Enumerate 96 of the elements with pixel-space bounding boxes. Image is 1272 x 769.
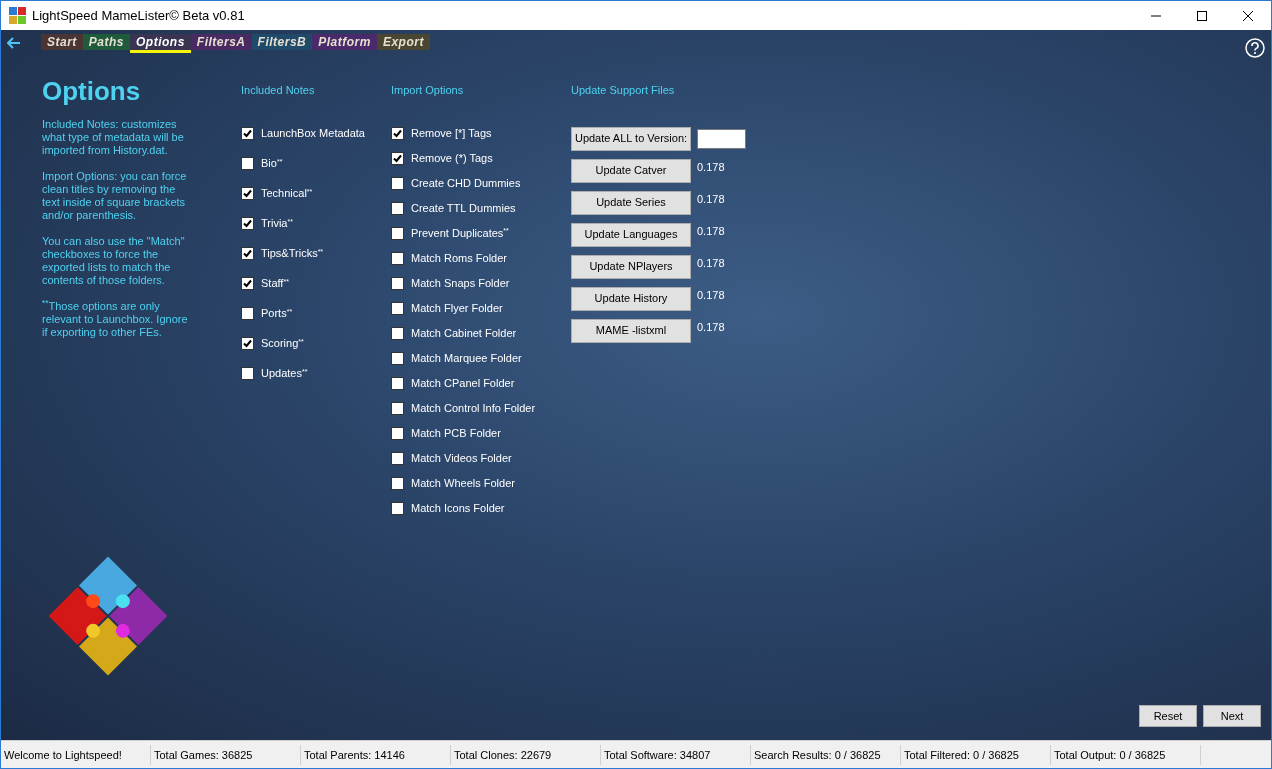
- checkbox-item[interactable]: Trivia$^{**}$: [241, 208, 391, 239]
- checkbox[interactable]: [391, 401, 404, 415]
- checkbox[interactable]: [241, 337, 254, 350]
- tab[interactable]: Options: [130, 33, 191, 53]
- version-label: 0.178: [697, 255, 725, 271]
- checkbox[interactable]: [391, 501, 404, 515]
- checkbox-item[interactable]: Match Videos Folder: [391, 445, 571, 471]
- section-heading: Included Notes: [241, 83, 316, 98]
- checkbox-item[interactable]: Ports$^{**}$: [241, 298, 391, 329]
- tab[interactable]: Paths: [82, 33, 131, 50]
- checkbox-item[interactable]: Match CPanel Folder: [391, 370, 571, 396]
- checkbox[interactable]: [391, 201, 404, 215]
- status-text: Welcome to Lightspeed!: [1, 744, 151, 765]
- help-paragraph: Import Options: you can force clean titles by removing the text inside of square brackets and/or parenthesis.: [42, 170, 188, 222]
- checkbox-item[interactable]: Updates$^{**}$: [241, 358, 391, 389]
- checkbox[interactable]: [391, 251, 404, 265]
- tab[interactable]: Start: [41, 33, 83, 50]
- checkbox[interactable]: [391, 326, 404, 340]
- update-button[interactable]: Update ALL to Version:: [571, 126, 691, 151]
- checkbox-item[interactable]: Remove [*] Tags: [391, 120, 571, 146]
- checkbox[interactable]: [391, 451, 404, 465]
- checkbox-item[interactable]: Match Roms Folder: [391, 245, 571, 271]
- help-paragraph: Included Notes: customizes what type of metadata will be imported from History.dat.: [42, 118, 185, 157]
- checkbox[interactable]: [391, 276, 404, 290]
- maximize-icon: [1197, 10, 1207, 21]
- checkbox-item[interactable]: Bio$^{**}$: [241, 148, 391, 179]
- checkbox-item[interactable]: Match Marquee Folder: [391, 345, 571, 371]
- checkbox[interactable]: [391, 351, 404, 365]
- update-button[interactable]: Update Catver: [571, 158, 691, 183]
- checkbox-item[interactable]: Match Control Info Folder: [391, 395, 571, 421]
- version-field[interactable]: [697, 128, 746, 149]
- checkbox[interactable]: [241, 277, 254, 290]
- checkbox-item[interactable]: Match Flyer Folder: [391, 295, 571, 321]
- checkbox[interactable]: [241, 247, 254, 260]
- checkbox[interactable]: [391, 176, 404, 190]
- checkbox[interactable]: [391, 476, 404, 490]
- tab[interactable]: FiltersA: [190, 33, 252, 50]
- tab[interactable]: Platform: [312, 33, 377, 50]
- help-paragraph: You can also use the "Match" checkboxes to force the exported lists to match the contents of those folders.: [42, 235, 186, 287]
- version-label: 0.178: [697, 159, 725, 175]
- back-arrow-icon[interactable]: [7, 37, 21, 49]
- checkbox[interactable]: [241, 157, 254, 170]
- checkbox[interactable]: [241, 307, 254, 320]
- tab[interactable]: FiltersB: [251, 33, 313, 50]
- checkbox[interactable]: [241, 367, 254, 380]
- checkbox-item[interactable]: LaunchBox Metadata: [241, 118, 391, 149]
- section-heading: Import Options: [391, 83, 465, 98]
- checkbox-item[interactable]: Staff$^{**}$: [241, 268, 391, 299]
- checkbox-item[interactable]: Create TTL Dummies: [391, 195, 571, 221]
- version-label: 0.178: [697, 191, 725, 207]
- update-button[interactable]: Update Languages: [571, 222, 691, 247]
- status-text: Total Clones: 22679: [451, 744, 601, 765]
- window-title: LightSpeed MameLister© Beta v0.81: [32, 6, 245, 25]
- app-icon: [9, 7, 26, 24]
- update-button[interactable]: Update Series: [571, 190, 691, 215]
- puzzle-logo-icon: [47, 555, 169, 677]
- version-label: 0.178: [697, 287, 725, 303]
- checkbox-item[interactable]: Create CHD Dummies: [391, 170, 571, 196]
- status-text: Total Filtered: 0 / 36825: [901, 744, 1051, 765]
- checkbox[interactable]: [241, 217, 254, 230]
- checkbox-item[interactable]: Match Icons Folder: [391, 495, 571, 521]
- checkbox[interactable]: [391, 151, 404, 165]
- checkbox-item[interactable]: Tips&Tricks$^{**}$: [241, 238, 391, 269]
- checkbox-item[interactable]: Prevent Duplicates$^{**}$: [391, 220, 571, 246]
- checkbox-item[interactable]: Match Wheels Folder: [391, 470, 571, 496]
- checkbox-item[interactable]: Technical$^{**}$: [241, 178, 391, 209]
- status-text: Total Games: 36825: [151, 744, 301, 765]
- section-heading: Update Support Files: [571, 83, 676, 98]
- checkbox-item[interactable]: Match Cabinet Folder: [391, 320, 571, 346]
- status-text: Search Results: 0 / 36825: [751, 744, 901, 765]
- checkbox-item[interactable]: Scoring$^{**}$: [241, 328, 391, 359]
- checkbox[interactable]: [391, 426, 404, 440]
- status-text: Total Software: 34807: [601, 744, 751, 765]
- page-title: Options: [42, 76, 142, 106]
- help-paragraph: $^{**}$Those options are only relevant to Launchbox. Ignore if exporting to other FEs.: [42, 300, 189, 339]
- tab[interactable]: Export: [376, 33, 430, 50]
- checkbox[interactable]: [391, 226, 404, 240]
- checkbox[interactable]: [241, 127, 254, 140]
- action-button[interactable]: Reset: [1139, 705, 1197, 727]
- checkbox[interactable]: [391, 376, 404, 390]
- checkbox[interactable]: [391, 301, 404, 315]
- version-label: 0.178: [697, 223, 725, 239]
- status-text: Total Parents: 14146: [301, 744, 451, 765]
- checkbox[interactable]: [241, 187, 254, 200]
- update-button[interactable]: Update History: [571, 286, 691, 311]
- action-button[interactable]: Next: [1203, 705, 1261, 727]
- update-button[interactable]: MAME -listxml: [571, 318, 691, 343]
- checkbox-item[interactable]: Remove (*) Tags: [391, 145, 571, 171]
- checkbox[interactable]: [391, 126, 404, 140]
- status-text: Total Output: 0 / 36825: [1051, 744, 1201, 765]
- checkbox-item[interactable]: Match Snaps Folder: [391, 270, 571, 296]
- checkbox-item[interactable]: Match PCB Folder: [391, 420, 571, 446]
- help-icon[interactable]: [1245, 38, 1265, 58]
- version-label: 0.178: [697, 319, 725, 335]
- update-button[interactable]: Update NPlayers: [571, 254, 691, 279]
- close-icon: [1243, 10, 1253, 21]
